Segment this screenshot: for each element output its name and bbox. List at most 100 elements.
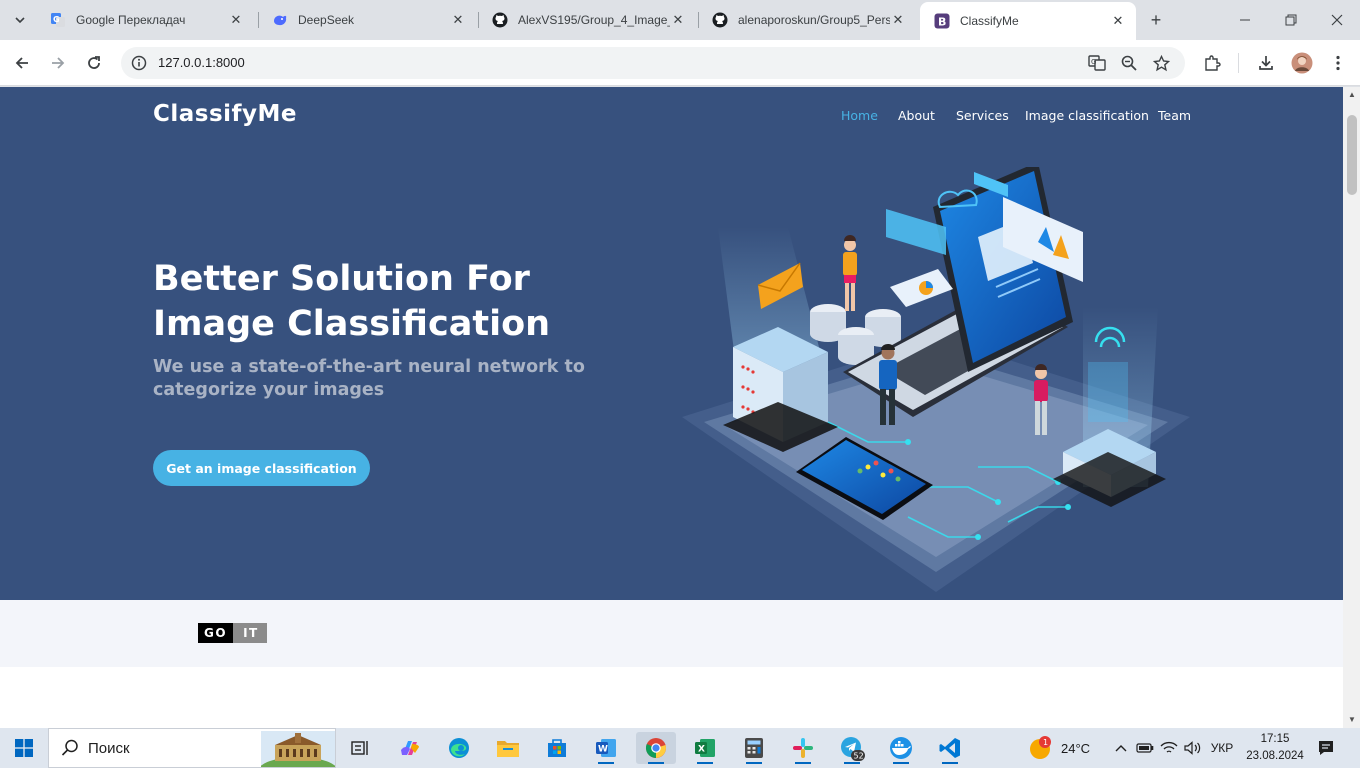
restore-button[interactable] (1268, 0, 1314, 40)
page-viewport: ClassifyMe Home About Services Image cla… (0, 87, 1343, 728)
close-window-button[interactable] (1314, 0, 1360, 40)
bootstrap-icon: B (934, 13, 950, 29)
telegram-button[interactable]: 52 (832, 732, 872, 764)
windows-taskbar: Поиск W X 52 1 24°C УКР 17:15 23.08.2024 (0, 728, 1360, 768)
close-tab-icon[interactable]: ✕ (670, 12, 686, 28)
tab-google-translate[interactable]: G Google Перекладач ✕ (36, 4, 254, 36)
close-tab-icon[interactable]: ✕ (1110, 13, 1126, 29)
scrollbar-thumb[interactable] (1347, 115, 1357, 195)
svg-text:X: X (698, 745, 705, 755)
translate-page-icon[interactable]: G (1087, 53, 1107, 73)
excel-icon: X (695, 739, 715, 757)
extensions-button[interactable] (1198, 49, 1226, 77)
word-icon: W (596, 739, 616, 757)
vscode-button[interactable] (930, 732, 970, 764)
profile-button[interactable] (1288, 49, 1316, 77)
input-language-button[interactable]: УКР (1206, 728, 1238, 768)
taskbar-clock[interactable]: 17:15 23.08.2024 (1240, 731, 1310, 765)
address-bar[interactable]: 127.0.0.1:8000 G (121, 47, 1185, 79)
browser-menu-button[interactable] (1324, 49, 1352, 77)
nav-home[interactable]: Home (841, 108, 878, 123)
tab-github-group4[interactable]: AlexVS195/Group_4_Image_ ✕ (478, 4, 696, 36)
speaker-icon (1184, 741, 1201, 755)
github-icon (712, 12, 728, 28)
clock-time: 17:15 (1260, 733, 1290, 745)
tab-github-group5[interactable]: alenaporoskun/Group5_Pers ✕ (698, 4, 916, 36)
puzzle-icon (1205, 55, 1221, 71)
new-tab-button[interactable]: + (1145, 9, 1167, 31)
downloads-button[interactable] (1252, 49, 1280, 77)
tab-deepseek[interactable]: DeepSeek ✕ (258, 4, 476, 36)
hero-illustration (682, 167, 1190, 592)
file-explorer-button[interactable] (488, 732, 528, 764)
taskbar-search[interactable]: Поиск (48, 728, 336, 768)
github-icon (492, 12, 508, 28)
close-tab-icon[interactable]: ✕ (228, 12, 244, 28)
browser-tab-strip: G Google Перекладач ✕ DeepSeek ✕ AlexVS1… (0, 0, 1360, 40)
battery-button[interactable] (1134, 728, 1156, 768)
zoom-icon[interactable] (1119, 53, 1139, 73)
docker-button[interactable] (881, 732, 921, 764)
tab-title: alenaporoskun/Group5_Pers (738, 13, 890, 27)
start-button[interactable] (0, 728, 48, 768)
network-button[interactable] (1158, 728, 1180, 768)
nav-image-classification[interactable]: Image classification (1025, 108, 1149, 123)
google-translate-icon: G (50, 12, 66, 28)
volume-button[interactable] (1182, 728, 1204, 768)
docker-icon (890, 737, 912, 759)
nav-services[interactable]: Services (956, 108, 1009, 123)
calculator-icon (745, 738, 763, 758)
clients-section: GO IT (0, 600, 1343, 667)
copilot-icon (401, 741, 419, 755)
calculator-button[interactable] (734, 732, 774, 764)
battery-icon (1136, 743, 1154, 753)
notifications-button[interactable] (1314, 736, 1338, 760)
minimize-icon (1240, 19, 1250, 21)
forward-button[interactable] (44, 49, 72, 77)
slack-button[interactable] (783, 732, 823, 764)
more-vertical-icon (1336, 55, 1340, 71)
svg-text:B: B (938, 16, 946, 29)
task-view-button[interactable] (340, 732, 380, 764)
word-button[interactable]: W (586, 732, 626, 764)
weather-sun-icon: 1 (1030, 736, 1051, 759)
minimize-button[interactable] (1222, 0, 1268, 40)
tab-classifyme[interactable]: B ClassifyMe ✕ (920, 2, 1136, 40)
excel-button[interactable]: X (685, 732, 725, 764)
back-button[interactable] (8, 49, 36, 77)
scroll-up-icon[interactable]: ▲ (1347, 89, 1357, 99)
scroll-down-icon[interactable]: ▼ (1347, 714, 1357, 724)
goit-logo-right: IT (233, 623, 267, 643)
site-logo[interactable]: ClassifyMe (153, 101, 297, 127)
page-scrollbar[interactable]: ▲ ▼ (1343, 87, 1360, 728)
close-tab-icon[interactable]: ✕ (450, 12, 466, 28)
search-highlight-image (261, 731, 335, 767)
show-hidden-icons-button[interactable] (1112, 728, 1130, 768)
hero-subtitle: We use a state-of-the-art neural network… (153, 357, 585, 400)
nav-about[interactable]: About (898, 108, 935, 123)
reload-button[interactable] (80, 49, 108, 77)
deepseek-icon (272, 12, 288, 28)
nav-team[interactable]: Team (1158, 108, 1191, 123)
edge-button[interactable] (439, 732, 479, 764)
telegram-icon: 52 (841, 737, 865, 761)
microsoft-store-button[interactable] (537, 732, 577, 764)
get-classification-button[interactable]: Get an image classification (153, 450, 370, 486)
download-icon (1259, 56, 1273, 70)
tab-search-button[interactable] (8, 8, 32, 32)
microsoft-store-icon (548, 739, 566, 757)
clock-date: 23.08.2024 (1246, 750, 1304, 762)
avatar (1291, 52, 1313, 74)
chrome-button[interactable] (636, 732, 676, 764)
site-info-icon[interactable] (129, 53, 149, 73)
svg-text:G: G (53, 15, 60, 24)
weather-widget[interactable]: 1 24°C (1028, 728, 1090, 768)
copilot-button[interactable] (390, 732, 430, 764)
slack-icon (793, 738, 813, 758)
chevron-up-icon (1115, 745, 1127, 752)
close-tab-icon[interactable]: ✕ (890, 12, 906, 28)
bookmark-star-icon[interactable] (1151, 53, 1171, 73)
svg-text:W: W (598, 745, 608, 755)
tab-title: ClassifyMe (960, 14, 1019, 28)
wifi-icon (1160, 741, 1178, 753)
